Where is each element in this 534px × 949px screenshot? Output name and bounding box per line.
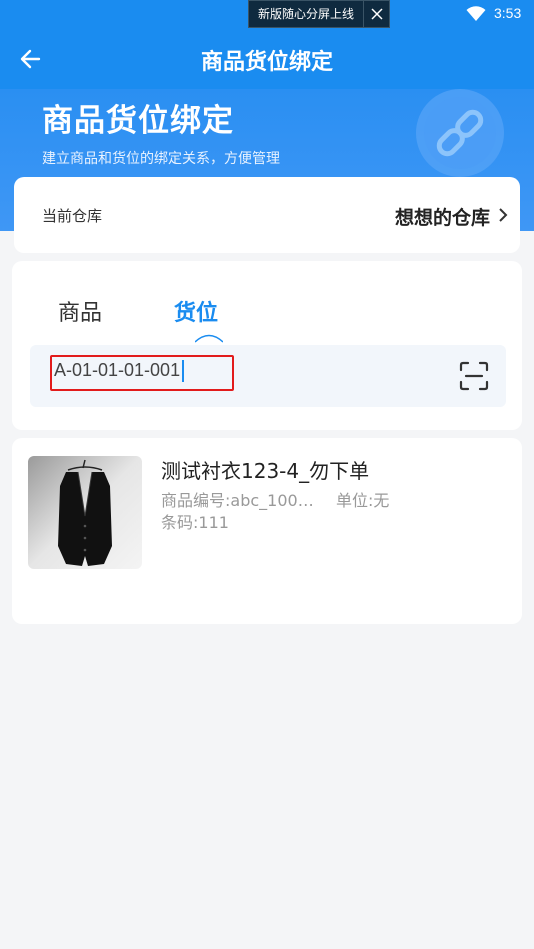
status-bar: 新版随心分屏上线 3:53 [0, 0, 534, 28]
hero-subtitle: 建立商品和货位的绑定关系，方便管理 [42, 151, 280, 167]
product-name: 测试衬衣123-4_勿下单 [161, 459, 370, 483]
warehouse-label: 当前仓库 [42, 207, 103, 225]
product-image [28, 456, 142, 569]
product-item[interactable]: 测试衬衣123-4_勿下单 商品编号:abc_100… 单位:无 条码:111 [12, 438, 522, 624]
split-screen-toast: 新版随心分屏上线 [248, 0, 391, 28]
active-tab-indicator [195, 334, 223, 343]
product-barcode: 条码:111 [161, 513, 229, 532]
warehouse-value: 想想的仓库 [394, 207, 490, 229]
scan-icon[interactable] [459, 361, 489, 391]
status-time: 3:53 [494, 5, 522, 21]
hero-title: 商品货位绑定 [42, 103, 234, 139]
product-code: 商品编号:abc_100… [161, 491, 314, 510]
toast-text: 新版随心分屏上线 [258, 7, 355, 21]
tab-location[interactable]: 货位 [174, 295, 218, 327]
product-unit: 单位:无 [336, 491, 390, 510]
chevron-right-icon [499, 208, 508, 222]
wifi-icon [466, 6, 486, 21]
binding-panel: 商品 货位 A-01-01-01-001 [12, 261, 522, 430]
close-icon[interactable] [363, 0, 389, 28]
page-title: 商品货位绑定 [200, 50, 333, 75]
nav-bar: 商品货位绑定 [0, 28, 534, 89]
location-input-box: A-01-01-01-001 [30, 345, 506, 407]
tab-goods[interactable]: 商品 [58, 295, 102, 327]
text-cursor [182, 360, 185, 383]
warehouse-selector[interactable]: 当前仓库 想想的仓库 [14, 177, 520, 253]
location-input[interactable]: A-01-01-01-001 [54, 360, 185, 383]
link-icon [416, 89, 504, 177]
